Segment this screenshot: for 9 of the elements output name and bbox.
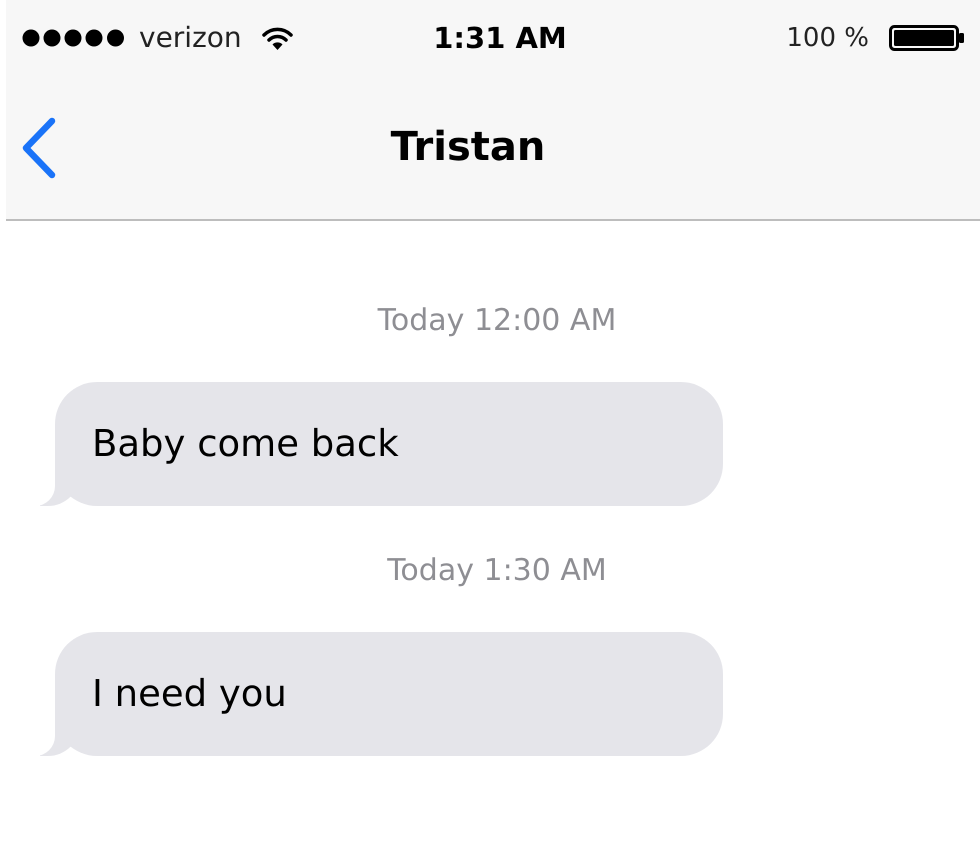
signal-strength-icon (22, 28, 125, 46)
message-timestamp: Today 1:30 AM (387, 553, 607, 589)
battery-percentage: 100 % (786, 22, 869, 54)
clock-time: 1:31 AM (433, 20, 567, 54)
battery-icon (889, 24, 964, 50)
wifi-icon (262, 26, 293, 50)
carrier-name: verizon (139, 20, 242, 54)
contact-name: Tristan (390, 123, 546, 171)
message-timestamp: Today 12:00 AM (378, 303, 616, 339)
